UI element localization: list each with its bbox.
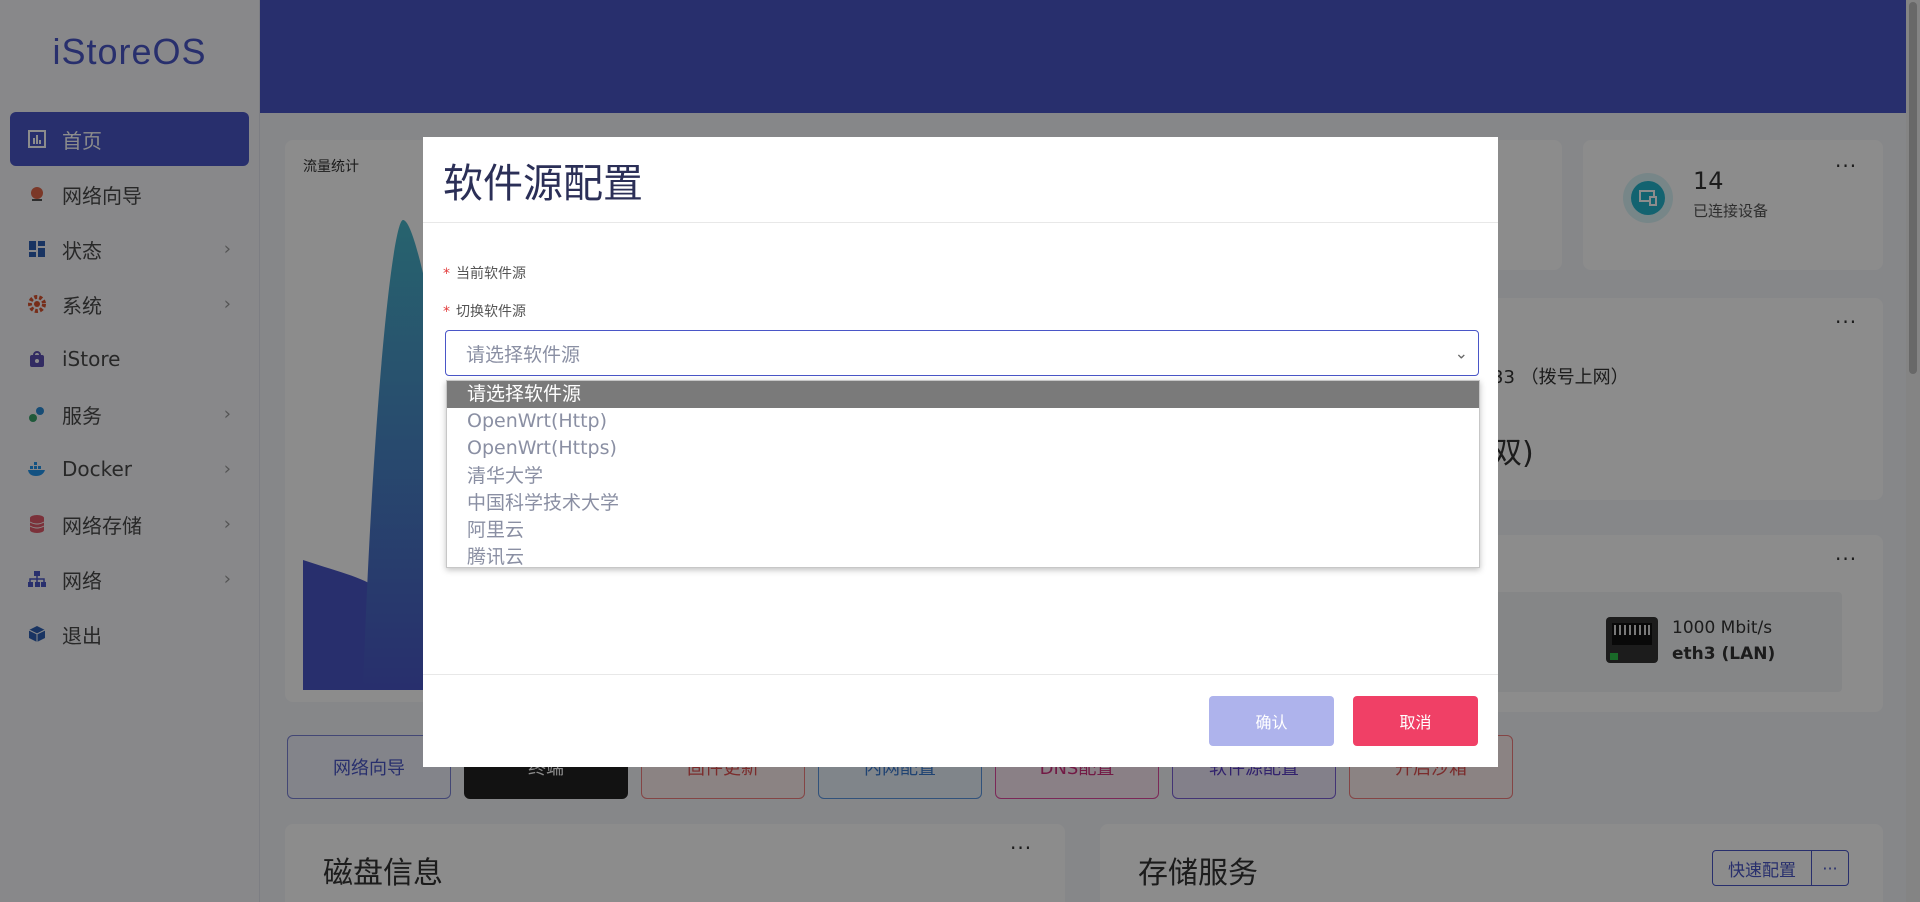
dropdown-option[interactable]: OpenWrt(Http) bbox=[447, 408, 1479, 435]
dropdown-option[interactable]: 清华大学 bbox=[447, 463, 1479, 490]
dropdown-option[interactable]: 阿里云 bbox=[447, 517, 1479, 544]
source-select-value: 请选择软件源 bbox=[466, 343, 581, 366]
required-asterisk: * bbox=[443, 266, 450, 282]
cancel-button[interactable]: 取消 bbox=[1353, 696, 1478, 746]
source-select[interactable]: 请选择软件源 ⌄ bbox=[445, 330, 1479, 376]
chevron-down-icon: ⌄ bbox=[1454, 343, 1468, 363]
source-dropdown-list: 请选择软件源 OpenWrt(Http) OpenWrt(Https) 清华大学… bbox=[446, 380, 1480, 568]
dropdown-option[interactable]: 腾讯云 bbox=[447, 544, 1479, 571]
modal-title: 软件源配置 bbox=[443, 160, 643, 207]
modal-footer: 确认 取消 bbox=[423, 674, 1498, 767]
dropdown-option[interactable]: 中国科学技术大学 bbox=[447, 490, 1479, 517]
dropdown-option[interactable]: 请选择软件源 bbox=[447, 381, 1479, 409]
current-source-label-text: 当前软件源 bbox=[456, 266, 526, 282]
current-source-label: * 当前软件源 bbox=[443, 263, 526, 283]
modal-header: 软件源配置 bbox=[423, 137, 1498, 223]
switch-source-label-text: 切换软件源 bbox=[456, 304, 526, 320]
software-source-modal: 软件源配置 * 当前软件源 * 切换软件源 请选择软件源 ⌄ 请选择软件源 Open… bbox=[423, 137, 1498, 767]
required-asterisk: * bbox=[443, 304, 450, 320]
confirm-button[interactable]: 确认 bbox=[1209, 696, 1334, 746]
switch-source-label: * 切换软件源 bbox=[443, 301, 526, 321]
dropdown-option[interactable]: OpenWrt(Https) bbox=[447, 435, 1479, 462]
